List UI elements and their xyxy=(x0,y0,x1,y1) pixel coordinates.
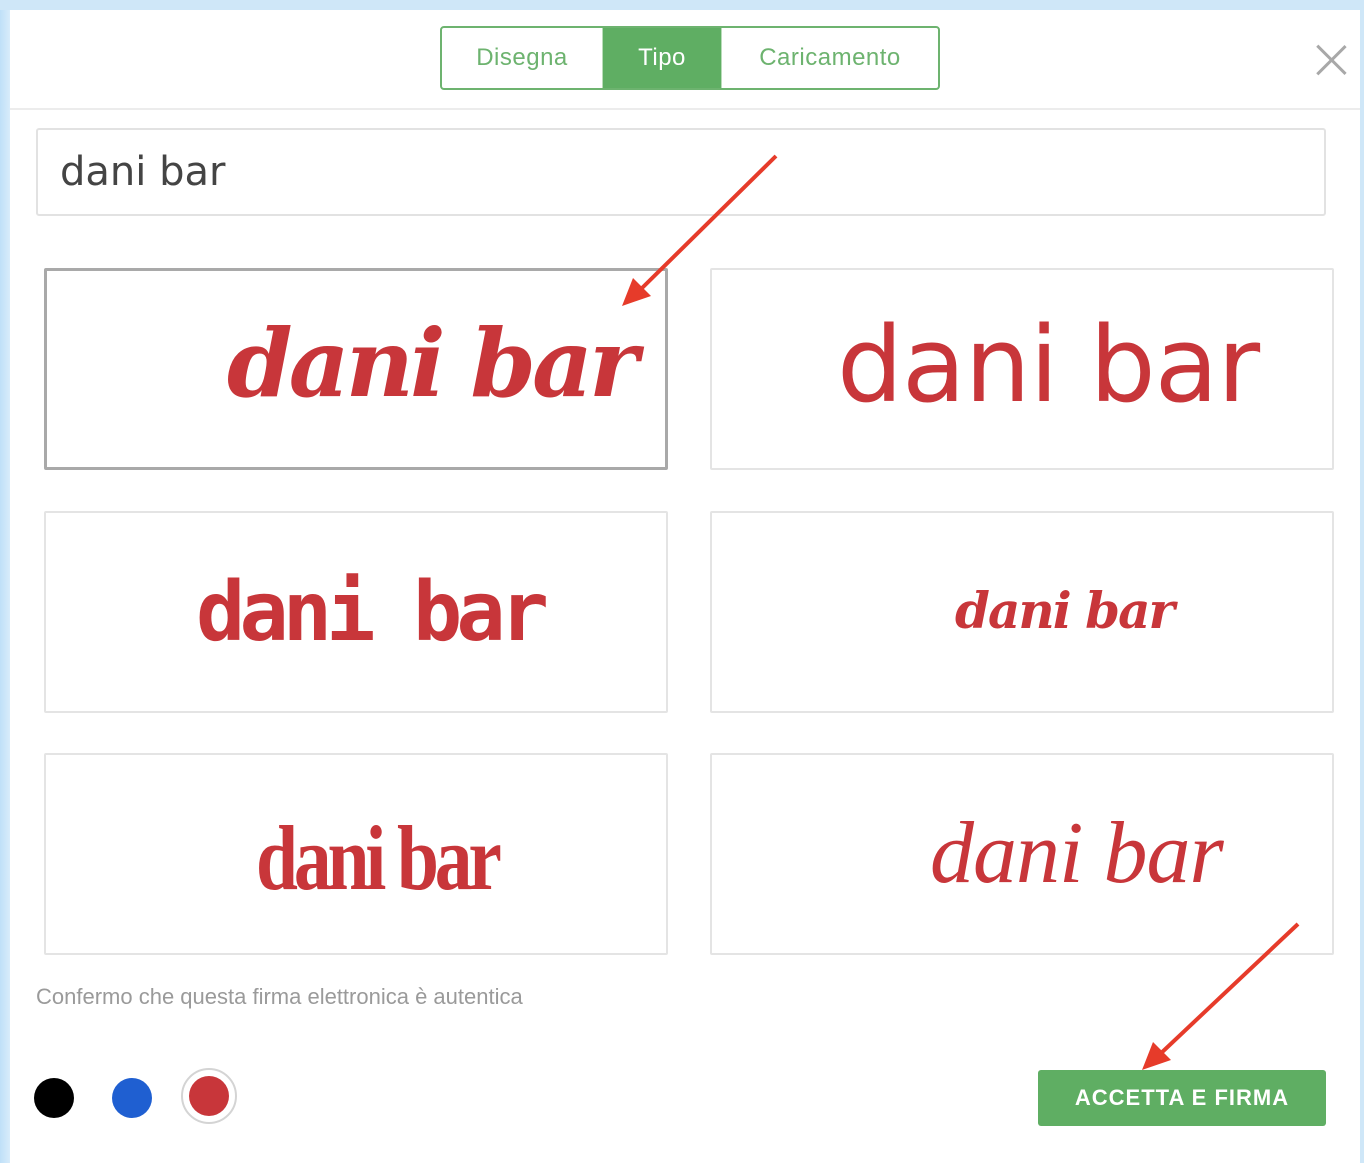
annotation-arrow-icon xyxy=(1142,922,1300,1070)
annotation-arrow-icon xyxy=(622,154,778,306)
annotation-arrows xyxy=(622,154,1300,1070)
